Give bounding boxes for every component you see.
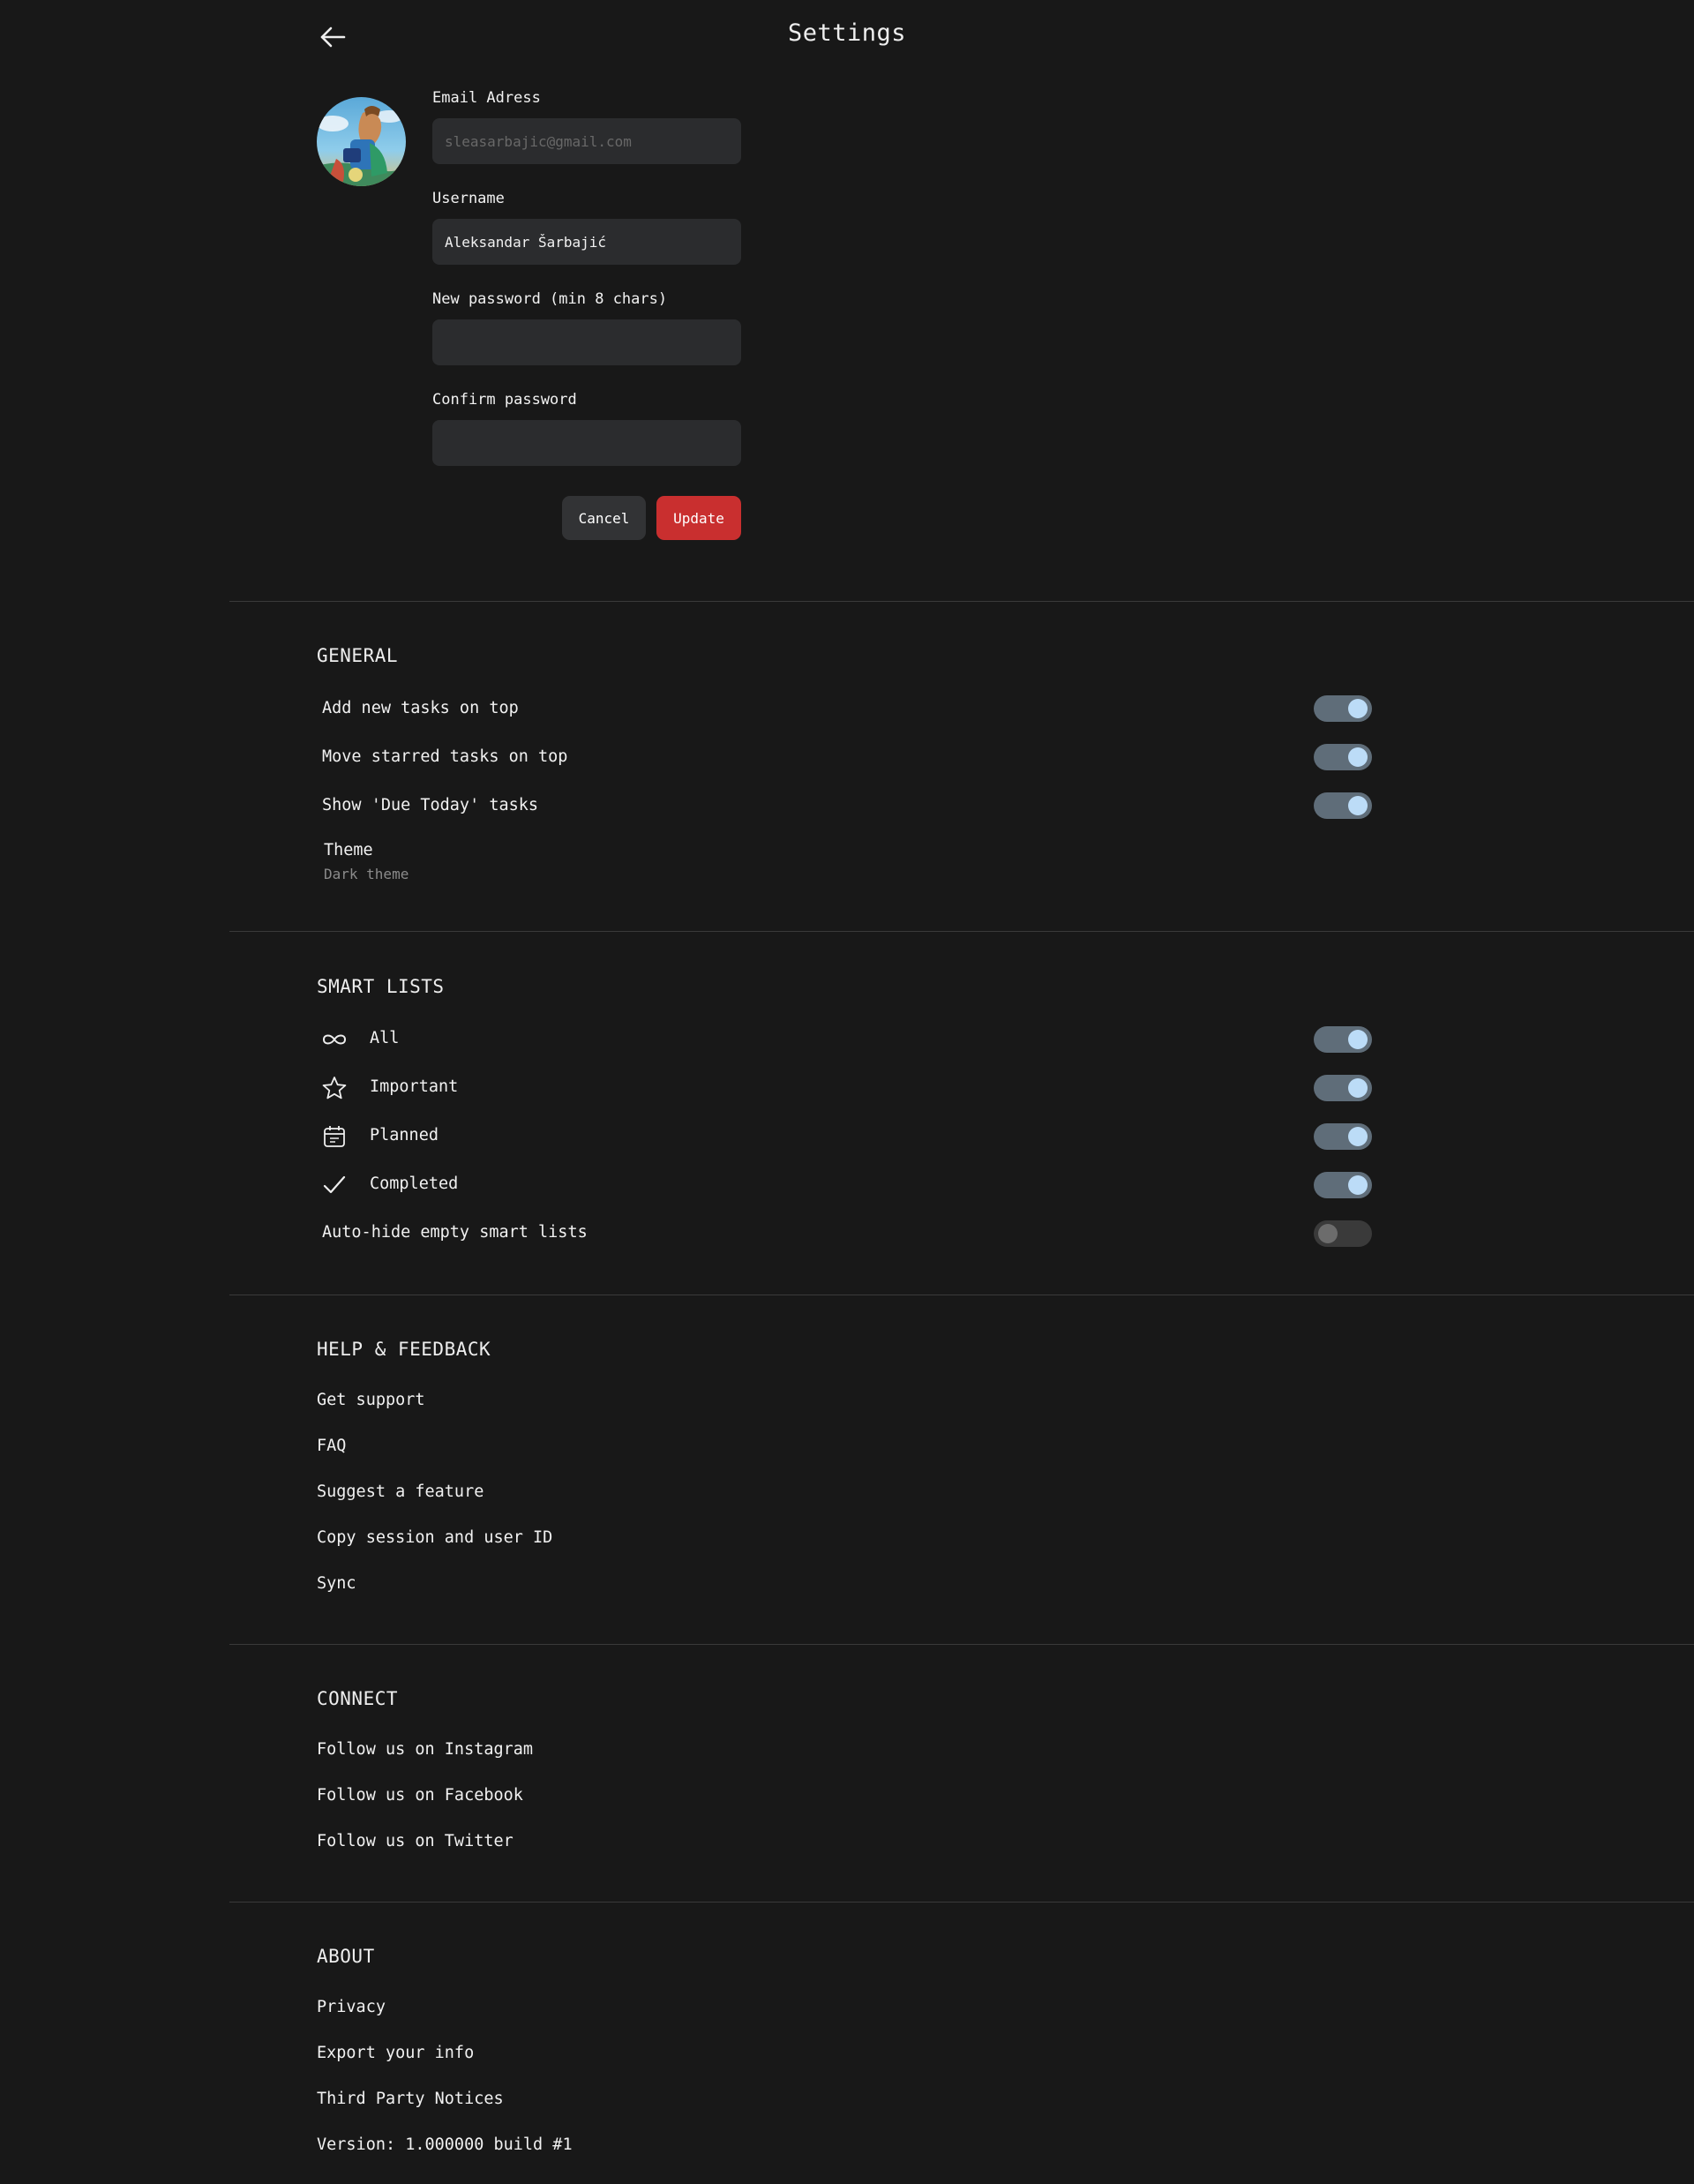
divider: [229, 1644, 1694, 1645]
version-text: Version: 1.000000 build #1: [317, 2135, 573, 2154]
toggle-knob: [1318, 1224, 1338, 1243]
toggle-smart-list-all[interactable]: [1314, 1026, 1372, 1053]
avatar[interactable]: [317, 97, 406, 186]
smart-list-important-label: Important: [370, 1077, 459, 1096]
link-third-party-notices[interactable]: Third Party Notices: [317, 2090, 504, 2108]
section-title-connect: CONNECT: [317, 1688, 399, 1709]
link-privacy[interactable]: Privacy: [317, 1998, 386, 2016]
link-instagram[interactable]: Follow us on Instagram: [317, 1740, 533, 1759]
checkmark-icon: [319, 1170, 349, 1200]
toggle-knob: [1348, 1030, 1368, 1049]
star-icon: [319, 1073, 349, 1103]
link-suggest-feature[interactable]: Suggest a feature: [317, 1482, 483, 1501]
toggle-knob: [1348, 699, 1368, 718]
toggle-move-starred[interactable]: [1314, 744, 1372, 770]
cancel-button[interactable]: Cancel: [562, 496, 646, 540]
divider: [229, 1902, 1694, 1903]
divider: [229, 931, 1694, 932]
smart-list-completed-label: Completed: [370, 1175, 459, 1193]
link-copy-session-id[interactable]: Copy session and user ID: [317, 1528, 552, 1547]
toggle-knob: [1348, 1078, 1368, 1098]
toggle-knob: [1348, 796, 1368, 815]
toggle-smart-list-completed[interactable]: [1314, 1172, 1372, 1198]
setting-add-tasks-on-top-label: Add new tasks on top: [322, 699, 519, 717]
link-sync[interactable]: Sync: [317, 1574, 356, 1593]
divider: [229, 601, 1694, 602]
page-title: Settings: [787, 19, 907, 47]
email-label: Email Adress: [432, 89, 541, 107]
toggle-show-due-today[interactable]: [1314, 792, 1372, 819]
link-facebook[interactable]: Follow us on Facebook: [317, 1786, 523, 1805]
calendar-icon: [319, 1122, 349, 1152]
setting-move-starred-label: Move starred tasks on top: [322, 747, 568, 766]
smart-list-planned-label: Planned: [370, 1126, 438, 1145]
section-title-general: GENERAL: [317, 645, 399, 666]
setting-show-due-today-label: Show 'Due Today' tasks: [322, 796, 539, 814]
email-field[interactable]: [432, 118, 741, 164]
toggle-auto-hide[interactable]: [1314, 1220, 1372, 1247]
link-get-support[interactable]: Get support: [317, 1391, 425, 1409]
section-title-smart-lists: SMART LISTS: [317, 976, 445, 997]
toggle-add-tasks-on-top[interactable]: [1314, 695, 1372, 722]
username-field[interactable]: [432, 219, 741, 265]
confirm-password-field[interactable]: [432, 420, 741, 466]
toggle-knob: [1348, 1127, 1368, 1146]
new-password-label: New password (min 8 chars): [432, 290, 668, 308]
theme-setting[interactable]: Theme Dark theme: [322, 841, 587, 885]
toggle-smart-list-important[interactable]: [1314, 1075, 1372, 1101]
toggle-knob: [1348, 1175, 1368, 1195]
username-label: Username: [432, 190, 505, 207]
smart-list-all-label: All: [370, 1029, 400, 1047]
new-password-field[interactable]: [432, 319, 741, 365]
confirm-password-label: Confirm password: [432, 391, 577, 409]
theme-label: Theme: [324, 841, 373, 859]
link-faq[interactable]: FAQ: [317, 1437, 346, 1455]
update-button[interactable]: Update: [656, 496, 741, 540]
link-twitter[interactable]: Follow us on Twitter: [317, 1832, 513, 1850]
auto-hide-label: Auto-hide empty smart lists: [322, 1223, 588, 1242]
theme-value: Dark theme: [324, 866, 409, 882]
toggle-knob: [1348, 747, 1368, 767]
toggle-smart-list-planned[interactable]: [1314, 1123, 1372, 1150]
section-title-help-feedback: HELP & FEEDBACK: [317, 1339, 491, 1360]
section-title-about: ABOUT: [317, 1946, 375, 1967]
infinity-icon: [319, 1024, 349, 1054]
link-export-info[interactable]: Export your info: [317, 2044, 474, 2062]
